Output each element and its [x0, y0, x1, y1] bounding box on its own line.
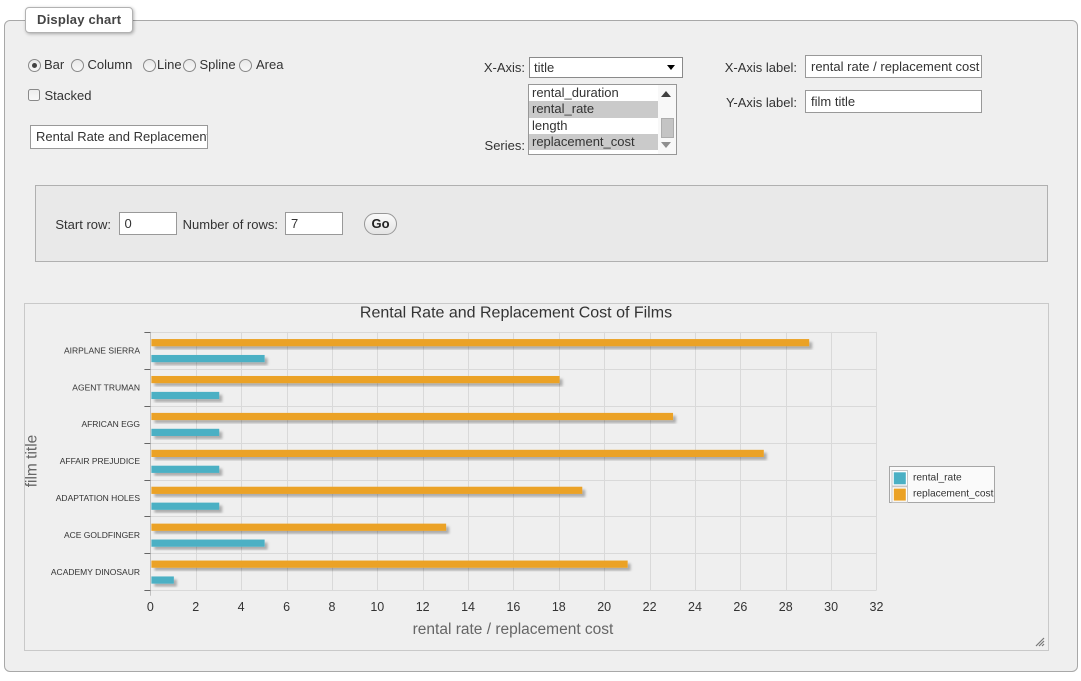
- svg-text:24: 24: [688, 600, 702, 614]
- svg-text:0: 0: [147, 600, 154, 614]
- svg-text:AFFAIR PREJUDICE: AFFAIR PREJUDICE: [60, 456, 141, 466]
- svg-text:AFRICAN EGG: AFRICAN EGG: [81, 419, 140, 429]
- svg-text:Rental Rate and Replacement Co: Rental Rate and Replacement Cost of Film…: [360, 305, 672, 322]
- svg-text:4: 4: [238, 600, 245, 614]
- svg-text:8: 8: [328, 600, 335, 614]
- svg-text:film title: film title: [25, 435, 41, 488]
- svg-text:6: 6: [283, 600, 290, 614]
- svg-text:16: 16: [506, 600, 520, 614]
- svg-text:20: 20: [597, 600, 611, 614]
- svg-text:30: 30: [824, 600, 838, 614]
- svg-text:10: 10: [370, 600, 384, 614]
- svg-text:14: 14: [461, 600, 475, 614]
- svg-text:22: 22: [643, 600, 657, 614]
- svg-text:rental_rate: rental_rate: [913, 473, 962, 484]
- svg-text:replacement_cost: replacement_cost: [913, 489, 994, 500]
- svg-text:18: 18: [552, 600, 566, 614]
- svg-text:32: 32: [870, 600, 884, 614]
- svg-text:ADAPTATION HOLES: ADAPTATION HOLES: [56, 493, 141, 503]
- svg-text:26: 26: [733, 600, 747, 614]
- svg-text:AGENT TRUMAN: AGENT TRUMAN: [72, 382, 140, 392]
- svg-text:2: 2: [192, 600, 199, 614]
- svg-text:AIRPLANE SIERRA: AIRPLANE SIERRA: [64, 345, 140, 355]
- svg-text:ACADEMY DINOSAUR: ACADEMY DINOSAUR: [51, 567, 140, 577]
- svg-text:28: 28: [779, 600, 793, 614]
- svg-text:ACE GOLDFINGER: ACE GOLDFINGER: [64, 530, 140, 540]
- svg-text:12: 12: [416, 600, 430, 614]
- svg-text:rental rate / replacement cost: rental rate / replacement cost: [413, 621, 614, 638]
